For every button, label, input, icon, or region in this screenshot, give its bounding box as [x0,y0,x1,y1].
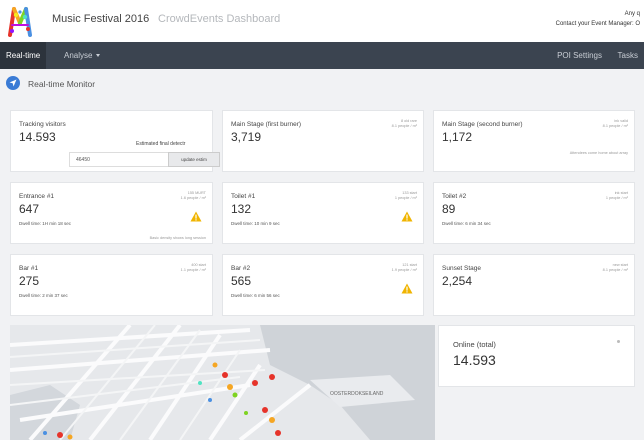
chevron-down-icon [96,54,101,58]
poi-card-toilet-1[interactable]: Toilet #1 132 133 start 1 people / m² Dw… [222,182,424,244]
card-value: 647 [19,202,40,216]
card-title: Sunset Stage [442,265,482,272]
warning-triangle-icon [401,283,413,294]
card-density: 1.1 people / m² [180,268,206,272]
card-note: Basic density shows long session [149,236,206,240]
card-density: 1 people / m² [605,196,628,200]
nav-bar: Real-time Analyse POI Settings Tasks [0,42,644,69]
card-value: 2,254 [442,274,473,288]
warning-triangle-icon [401,211,413,222]
tracking-visitors-card: Tracking visitors 14.593 Estimated final… [10,110,220,172]
card-note: Attendees come home about array [569,151,628,155]
card-meta: ink start [614,191,628,195]
card-dwell-time: Dwell time: 10 min 9 sec [231,221,280,226]
card-meta: new start [612,263,628,267]
card-density: 8.1 people / m² [602,124,628,128]
poi-card-sunset-stage[interactable]: Sunset Stage 2,254 new start 8.1 people … [433,254,635,316]
nav-item-tasks[interactable]: Tasks [612,42,644,69]
poi-card-main-stage-first[interactable]: Main Stage (first burner) 3,719 8 old ra… [222,110,424,172]
card-meta: 400 start [191,263,206,267]
nav-item-realtime[interactable]: Real-time [0,42,47,69]
map-label: OOSTERDOKSEILAND [330,391,384,397]
poi-card-toilet-2[interactable]: Toilet #2 89 ink start 1 people / m² Dwe… [433,182,635,244]
app-title: Music Festival 2016 [52,13,150,25]
card-title: Main Stage (first burner) [231,121,302,128]
heatmap-map[interactable]: OOSTERDOKSEILAND [10,325,435,440]
card-value: 132 [231,202,252,216]
card-value: 14.593 [453,352,496,368]
dashboard-subtitle: CrowdEvents Dashboard [158,13,281,25]
poi-card-bar-2[interactable]: Bar #2 565 121 start 1.9 people / m² Dwe… [222,254,424,316]
card-density: 8.1 people / m² [391,124,417,128]
page-title: Real-time Monitor [28,79,96,89]
user-info: Any q [624,11,640,17]
card-density: 1 people / m² [394,196,417,200]
estimate-label: Estimated final detectr [136,141,186,147]
card-density: 1.9 people / m² [391,268,417,272]
card-title: Online (total) [453,340,496,349]
top-header: Music Festival 2016 CrowdEvents Dashboar… [0,0,644,42]
card-value: 275 [19,274,40,288]
card-meta: ink valid [614,119,628,123]
card-title: Tracking visitors [19,121,66,128]
card-dwell-time: Dwell time: 2 min 37 sec [19,293,68,298]
card-value: 89 [442,202,456,216]
poi-card-bar-1[interactable]: Bar #1 275 400 start 1.1 people / m² Dwe… [10,254,213,316]
card-meta: 8 old rare [400,119,417,123]
card-title: Bar #1 [19,265,39,272]
nav-item-analyse[interactable]: Analyse [58,42,106,69]
update-estimate-button[interactable]: update estim [168,152,220,167]
card-density: 1.6 people / m² [180,196,206,200]
card-dwell-time: Dwell time: 6 min 56 sec [231,293,280,298]
card-title: Main Stage (second burner) [442,121,523,128]
online-total-card: Online (total) 14.593 [438,325,635,387]
card-meta: 155 MURT [187,191,206,195]
card-density: 8.1 people / m² [602,268,628,272]
poi-card-main-stage-second[interactable]: Main Stage (second burner) 1,172 ink val… [433,110,635,172]
card-meta: 121 start [402,263,417,267]
card-value: 565 [231,274,252,288]
card-value: 3,719 [231,130,262,144]
festival-logo[interactable] [6,3,46,39]
card-title: Toilet #1 [231,193,256,200]
contact-info[interactable]: Contact your Event Manager: O [556,21,640,27]
card-meta: 133 start [402,191,417,195]
poi-card-entrance-1[interactable]: Entrance #1 647 155 MURT 1.6 people / m²… [10,182,213,244]
card-title: Bar #2 [231,265,251,272]
map-canvas[interactable]: OOSTERDOKSEILAND [10,325,435,440]
estimate-input[interactable] [69,152,169,167]
card-value: 1,172 [442,130,473,144]
card-value: 14.593 [19,130,56,144]
card-dwell-time: Dwell time: 1H min 18 sec [19,221,72,226]
location-arrow-icon [6,76,20,90]
info-dot-icon [617,340,620,343]
nav-item-poi-settings[interactable]: POI Settings [551,42,608,69]
card-title: Toilet #2 [442,193,467,200]
card-title: Entrance #1 [19,193,55,200]
card-dwell-time: Dwell time: 6 min 34 sec [442,221,491,226]
warning-triangle-icon [190,211,202,222]
